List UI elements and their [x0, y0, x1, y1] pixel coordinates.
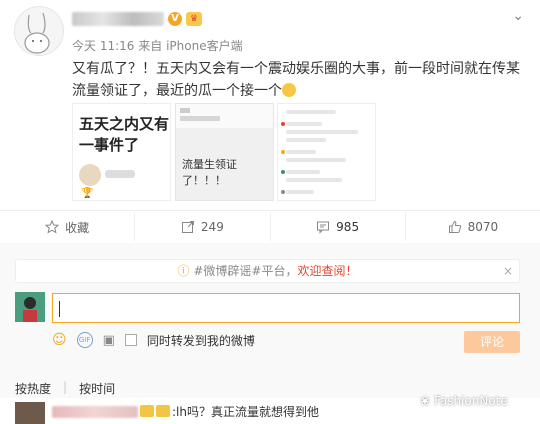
emoji-icon[interactable]: ☺ [52, 332, 67, 348]
thumb-3-line [286, 158, 346, 162]
close-icon[interactable]: × [503, 260, 513, 282]
thumb-3-line [286, 130, 358, 134]
divider [0, 210, 540, 211]
rumor-notice-banner: ⓘ #微博辟谣#平台，欢迎查阅！ × [15, 259, 520, 283]
thumb-3-dot [281, 150, 285, 154]
image-thumb-1[interactable]: 五天之内又有一事件了 🏆 [72, 103, 171, 201]
repost-button[interactable]: 249 [134, 213, 269, 241]
tab-sort-time[interactable]: 按时间 [79, 380, 115, 397]
vip-badge-icon: ♛ [186, 12, 202, 26]
repost-count: 249 [200, 220, 224, 234]
thumbs-up-icon [448, 220, 461, 233]
thumb-2-header [176, 104, 273, 128]
banner-warn[interactable]: 欢迎查阅！ [297, 264, 357, 278]
image-thumb-3[interactable] [277, 103, 376, 201]
composer-toolbar: ☺ GIF ▣ 同时转发到我的微博 [52, 330, 255, 350]
repost-icon [181, 221, 194, 233]
wechat-icon: ❀ [420, 394, 431, 408]
submit-comment-button[interactable]: 评论 [464, 331, 520, 353]
comment-input[interactable] [52, 293, 520, 323]
thumb-3-line [286, 122, 322, 126]
comment-count: 985 [336, 220, 360, 234]
comment-icon [317, 221, 330, 234]
like-button[interactable]: 8070 [404, 213, 540, 241]
commenter-badges [140, 405, 170, 417]
thumb-3-line [286, 110, 336, 114]
gif-icon[interactable]: GIF [76, 332, 93, 348]
sort-separator: | [63, 380, 68, 394]
favorite-label: 收藏 [65, 220, 90, 235]
thumb-3-line [286, 190, 314, 194]
thumb-2-text: 流量生领证了！！！ [182, 158, 237, 187]
favorite-button[interactable]: 收藏 [0, 213, 134, 241]
weibo-post-card: V ♛ ⌄ 今天 11:16 来自 iPhone客户端 又有瓜了？！五天内又会有… [0, 0, 540, 424]
like-count: 8070 [467, 220, 499, 234]
text-caret [59, 301, 60, 317]
comment-sort-tabs: 按热度 | 按时间 [15, 380, 115, 397]
commenter-avatar[interactable] [15, 402, 45, 424]
comment-button[interactable]: 985 [269, 213, 405, 241]
action-bar: 收藏 249 985 8070 [0, 213, 540, 241]
thumb-3-line [286, 170, 320, 174]
thumb-2-header-line [180, 108, 190, 113]
thumb-3-dot [281, 190, 285, 194]
tab-sort-hot[interactable]: 按热度 [15, 380, 51, 397]
vip-badge-icon [140, 405, 154, 417]
post-source[interactable]: iPhone客户端 [166, 39, 243, 53]
image-icon[interactable]: ▣ [103, 333, 115, 348]
thumb-1-face [79, 164, 101, 186]
thumb-2-header-line-2 [180, 116, 220, 121]
post-content: 又有瓜了？！五天内又会有一个震动娱乐圈的大事，前一段时间就在传某流量领证了，最近… [72, 58, 522, 102]
laugh-emoji-icon [282, 83, 296, 97]
my-avatar[interactable] [15, 292, 45, 322]
repost-label: 同时转发到我的微博 [146, 333, 255, 348]
post-meta: 今天 11:16 来自 iPhone客户端 [72, 37, 243, 54]
info-icon: ⓘ [177, 264, 190, 278]
thumb-3-line [286, 150, 316, 154]
watermark-text: FashionNote [434, 394, 508, 408]
fan-badge-icon [156, 405, 170, 417]
star-icon [45, 220, 60, 234]
verified-icon: V [168, 12, 182, 26]
thumb-3-line [286, 178, 342, 182]
post-text: 又有瓜了？！五天内又会有一个震动娱乐圈的大事，前一段时间就在传某流量领证了，最近… [72, 61, 520, 99]
user-avatar[interactable] [14, 6, 64, 56]
bunny-avatar-icon [24, 12, 50, 54]
username-blurred[interactable] [72, 12, 164, 26]
thumb-3-line [286, 138, 326, 142]
banner-tag[interactable]: #微博辟谣#平台， [193, 264, 297, 278]
comment-text: :lh吗？真正流量就想得到他 [172, 405, 319, 419]
thumb-1-line [105, 170, 135, 178]
image-thumb-2[interactable]: 流量生领证了！！！ [175, 103, 274, 201]
more-menu-icon[interactable]: ⌄ [512, 8, 524, 24]
thumb-1-text: 五天之内又有一事件了 [79, 115, 170, 154]
thumb-3-dot [281, 122, 285, 126]
watermark: ❀ FashionNote [420, 394, 508, 408]
source-prefix: 来自 [138, 39, 163, 53]
username-row: V ♛ [72, 8, 202, 30]
person-avatar-icon [15, 292, 45, 322]
thumb-3-dot [281, 170, 285, 174]
trophy-icon: 🏆 [81, 188, 94, 199]
repost-checkbox[interactable] [124, 334, 137, 346]
commenter-name-blurred[interactable] [52, 406, 138, 418]
post-time[interactable]: 今天 11:16 [72, 39, 134, 53]
